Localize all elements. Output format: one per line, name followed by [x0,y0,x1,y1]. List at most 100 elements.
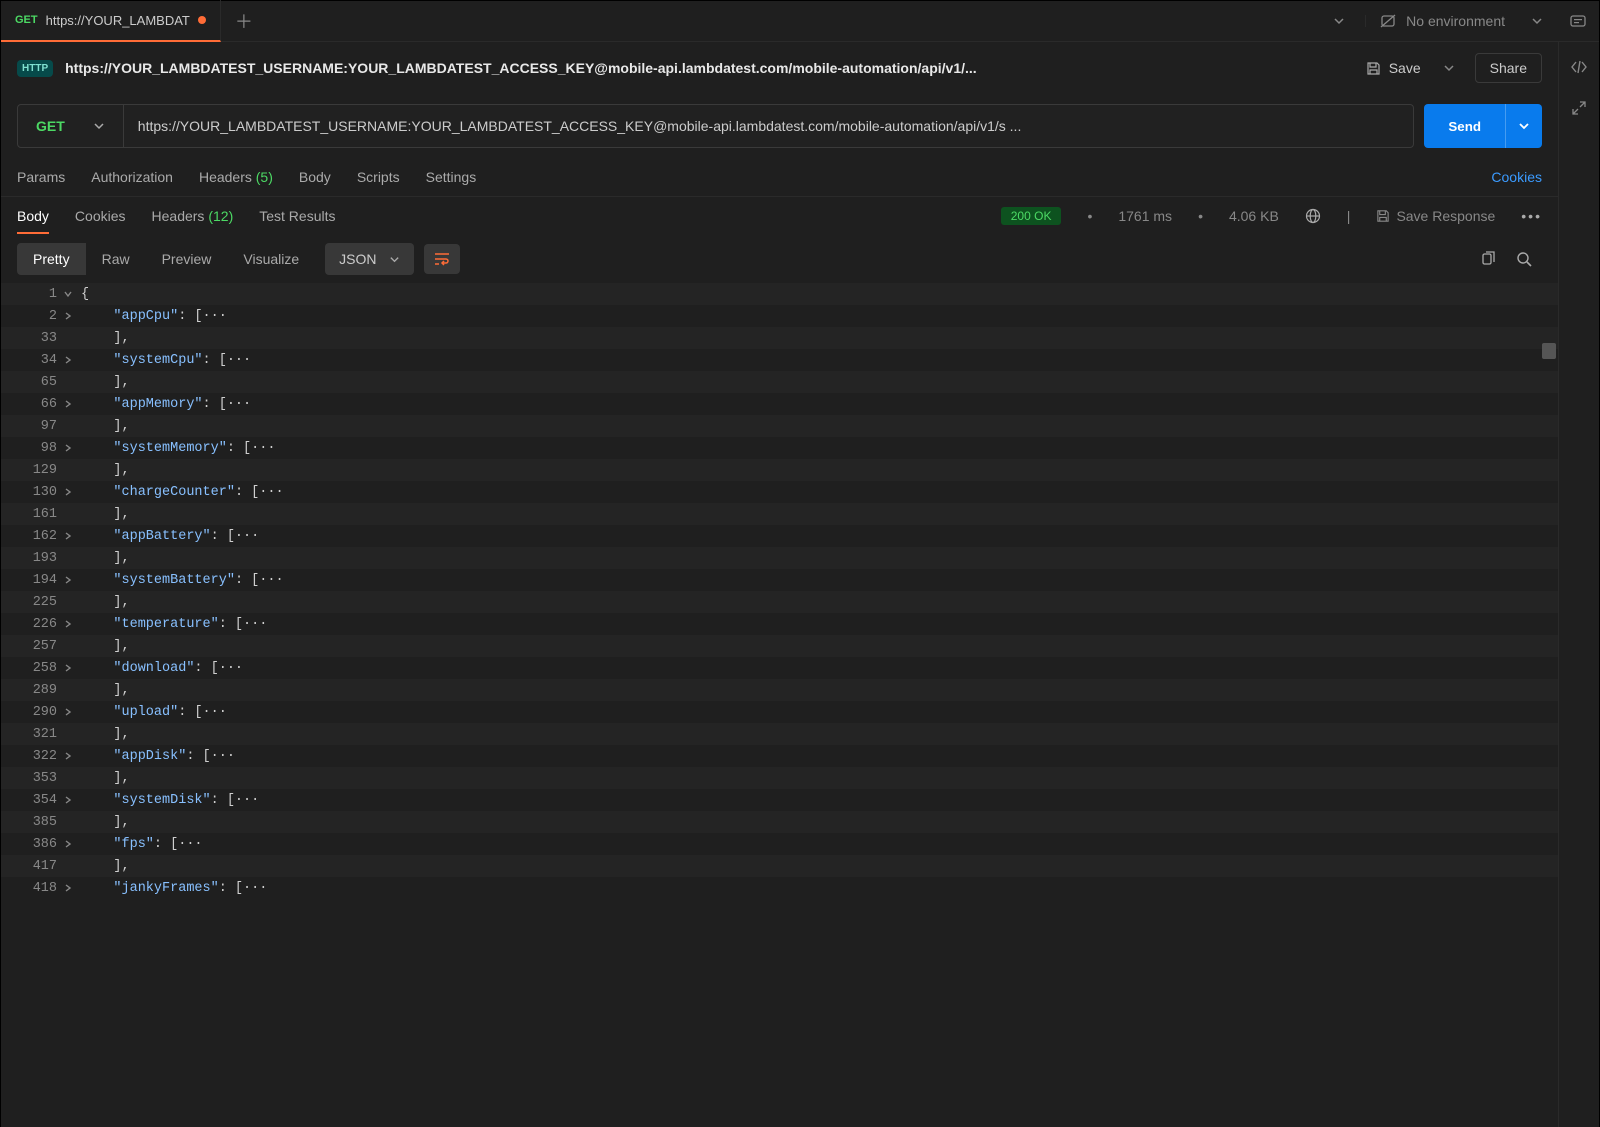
view-pretty[interactable]: Pretty [17,243,86,275]
code-content: ], [81,727,130,742]
code-line[interactable]: 97 ], [1,415,1558,437]
code-line[interactable]: 130 "chargeCounter": [··· [1,481,1558,503]
environment-quicklook-button[interactable] [1557,12,1599,30]
fold-toggle[interactable] [63,443,81,453]
tab-authorization[interactable]: Authorization [91,169,173,185]
tab-params[interactable]: Params [17,169,65,185]
view-mode-segment: Pretty Raw Preview Visualize [17,243,315,275]
code-line[interactable]: 257 ], [1,635,1558,657]
code-panel-button[interactable] [1570,58,1588,76]
code-line[interactable]: 193 ], [1,547,1558,569]
chevron-down-icon [1443,62,1455,74]
fold-toggle[interactable] [63,839,81,849]
line-number: 1 [1,287,63,302]
cookies-link[interactable]: Cookies [1491,169,1542,185]
response-body[interactable]: 1{2 "appCpu": [···33 ],34 "systemCpu": [… [1,283,1558,1127]
tab-headers[interactable]: Headers (5) [199,169,273,185]
more-actions-button[interactable]: ••• [1521,208,1542,224]
method-select[interactable]: GET [18,105,124,147]
view-visualize[interactable]: Visualize [227,243,315,275]
code-line[interactable]: 322 "appDisk": [··· [1,745,1558,767]
request-title[interactable]: https://YOUR_LAMBDATEST_USERNAME:YOUR_LA… [65,60,1340,76]
view-raw[interactable]: Raw [86,243,146,275]
resp-tab-test-results[interactable]: Test Results [259,208,335,224]
code-line[interactable]: 1{ [1,283,1558,305]
code-line[interactable]: 194 "systemBattery": [··· [1,569,1558,591]
new-tab-button[interactable]: ＋ [221,8,267,34]
code-line[interactable]: 289 ], [1,679,1558,701]
chevron-down-icon [1518,120,1530,132]
resp-tab-headers[interactable]: Headers (12) [152,208,234,224]
code-content: "systemDisk": [··· [81,793,259,808]
fold-toggle[interactable] [63,795,81,805]
fold-toggle[interactable] [63,707,81,717]
fold-toggle[interactable] [63,399,81,409]
line-number: 417 [1,859,63,874]
fold-toggle[interactable] [63,531,81,541]
code-content: "systemMemory": [··· [81,441,275,456]
code-content: "appMemory": [··· [81,397,251,412]
view-preview[interactable]: Preview [146,243,228,275]
code-line[interactable]: 129 ], [1,459,1558,481]
tab-body[interactable]: Body [299,169,331,185]
send-dropdown-button[interactable] [1505,104,1542,148]
fold-toggle[interactable] [63,663,81,673]
code-line[interactable]: 2 "appCpu": [··· [1,305,1558,327]
fold-toggle[interactable] [63,619,81,629]
code-line[interactable]: 353 ], [1,767,1558,789]
line-number: 225 [1,595,63,610]
fold-toggle[interactable] [63,883,81,893]
code-line[interactable]: 321 ], [1,723,1558,745]
wrap-lines-button[interactable] [424,244,460,274]
network-icon[interactable] [1305,208,1321,224]
fold-toggle[interactable] [63,487,81,497]
code-line[interactable]: 65 ], [1,371,1558,393]
code-line[interactable]: 354 "systemDisk": [··· [1,789,1558,811]
code-content: ], [81,683,130,698]
code-line[interactable]: 385 ], [1,811,1558,833]
tab-scripts[interactable]: Scripts [357,169,400,185]
code-line[interactable]: 225 ], [1,591,1558,613]
code-line[interactable]: 386 "fps": [··· [1,833,1558,855]
code-line[interactable]: 33 ], [1,327,1558,349]
code-line[interactable]: 161 ], [1,503,1558,525]
save-response-button[interactable]: Save Response [1376,208,1495,224]
expand-panel-button[interactable] [1571,100,1587,116]
fold-toggle[interactable] [63,311,81,321]
save-dropdown-button[interactable] [1435,56,1463,80]
tab-method: GET [15,14,38,26]
line-number: 322 [1,749,63,764]
chevron-down-icon [93,120,105,132]
environment-selector[interactable]: No environment [1366,13,1557,29]
line-number: 130 [1,485,63,500]
fold-toggle[interactable] [63,751,81,761]
url-input[interactable]: https://YOUR_LAMBDATEST_USERNAME:YOUR_LA… [124,105,1414,147]
tabs-overflow-button[interactable] [1313,15,1366,27]
code-line[interactable]: 226 "temperature": [··· [1,613,1558,635]
fold-toggle[interactable] [63,289,81,299]
code-line[interactable]: 258 "download": [··· [1,657,1558,679]
format-select[interactable]: JSON [325,243,413,275]
code-line[interactable]: 98 "systemMemory": [··· [1,437,1558,459]
code-line[interactable]: 66 "appMemory": [··· [1,393,1558,415]
tab-settings[interactable]: Settings [426,169,477,185]
line-number: 65 [1,375,63,390]
resp-tab-cookies[interactable]: Cookies [75,208,126,224]
code-line[interactable]: 418 "jankyFrames": [··· [1,877,1558,899]
tab-title: https://YOUR_LAMBDAT [46,13,190,28]
code-line[interactable]: 417 ], [1,855,1558,877]
line-number: 2 [1,309,63,324]
save-button[interactable]: Save [1352,54,1435,82]
copy-response-button[interactable] [1470,245,1506,273]
send-button[interactable]: Send [1424,104,1505,148]
request-tab[interactable]: GET https://YOUR_LAMBDAT [1,0,221,42]
code-line[interactable]: 290 "upload": [··· [1,701,1558,723]
fold-toggle[interactable] [63,355,81,365]
fold-toggle[interactable] [63,575,81,585]
scrollbar-thumb[interactable] [1542,343,1556,359]
resp-tab-body[interactable]: Body [17,208,49,234]
code-line[interactable]: 34 "systemCpu": [··· [1,349,1558,371]
share-button[interactable]: Share [1475,53,1542,83]
search-response-button[interactable] [1506,245,1542,273]
code-line[interactable]: 162 "appBattery": [··· [1,525,1558,547]
